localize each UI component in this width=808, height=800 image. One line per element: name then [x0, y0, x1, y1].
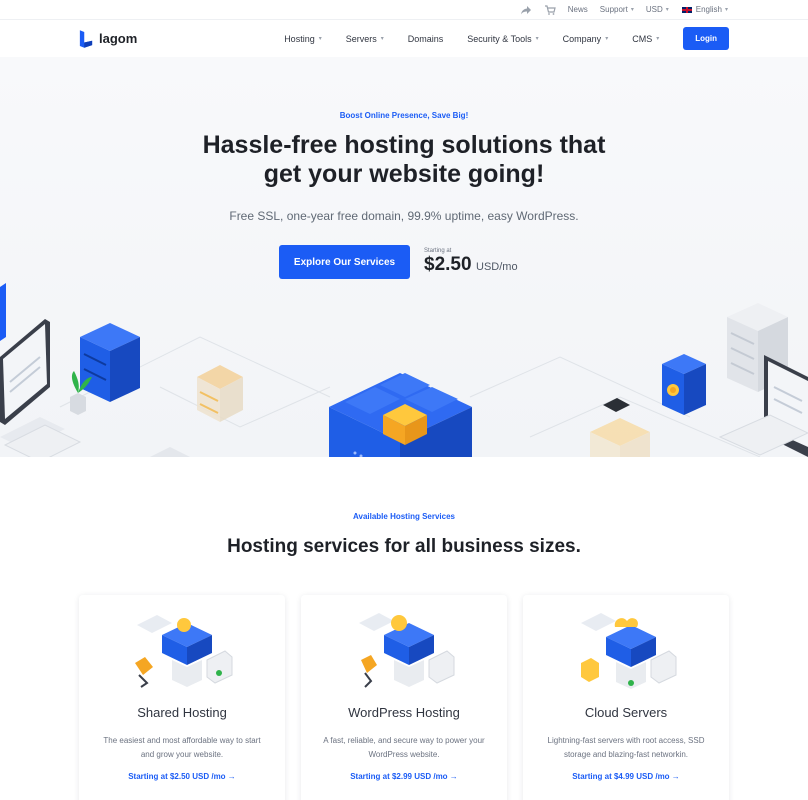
chevron-down-icon: ▾ — [630, 7, 634, 13]
topbar-currency-menu[interactable]: USD ▾ — [646, 5, 669, 14]
lagom-logo-icon — [79, 29, 93, 48]
primary-nav: Hosting ▾ Servers ▾ Domains Security & Too… — [272, 27, 729, 50]
card-description: A fast, reliable, and secure way to powe… — [323, 736, 485, 759]
nav-label: Servers — [345, 33, 377, 44]
card-price-link[interactable]: Starting at $2.99 USD /mo → — [301, 772, 507, 781]
nav-label: CMS — [632, 33, 653, 44]
share-icon[interactable] — [520, 5, 532, 15]
service-card-shared-hosting[interactable]: Shared Hosting The easiest and most affo… — [79, 595, 285, 800]
topbar-news-link[interactable]: News — [568, 5, 588, 14]
uk-flag-icon — [680, 5, 693, 14]
yellow-server-rack — [197, 365, 243, 422]
nav-item-cms[interactable]: CMS ▾ — [620, 34, 671, 44]
shared-hosting-illustration — [135, 615, 233, 688]
nav-item-company[interactable]: Company ▾ — [551, 34, 621, 44]
topbar-support-menu[interactable]: Support ▾ — [600, 5, 634, 14]
nav-item-hosting[interactable]: Hosting ▾ — [272, 34, 334, 44]
cloud-servers-illustration — [581, 613, 677, 689]
service-card-cloud-servers[interactable]: Cloud Servers Lightning-fast servers wit… — [523, 595, 729, 800]
nav-label: Domains — [407, 33, 444, 44]
brand-name: lagom — [99, 31, 138, 46]
hero-title-line2: get your website going! — [263, 160, 545, 188]
card-description: The easiest and most affordable way to s… — [103, 736, 261, 759]
services-eyebrow: Available Hosting Services — [353, 512, 455, 521]
nav-label: Company — [562, 33, 602, 44]
blue-safe-icon — [662, 354, 706, 415]
hero-isometric-illustration — [0, 283, 808, 457]
chevron-down-icon: ▾ — [665, 7, 669, 13]
service-card-wordpress-hosting[interactable]: WordPress Hosting A fast, reliable, and … — [301, 595, 507, 800]
chevron-down-icon: ▾ — [535, 36, 539, 42]
services-title: Hosting services for all business sizes. — [227, 536, 581, 557]
card-title: Cloud Servers — [584, 705, 668, 720]
hero-eyebrow: Boost Online Presence, Save Big! — [339, 111, 469, 120]
blue-server-stack — [80, 323, 140, 402]
card-price-link[interactable]: Starting at $4.99 USD /mo → — [523, 772, 729, 781]
nav-label: Hosting — [284, 33, 315, 44]
hero-title-line1: Hassle-free hosting solutions that — [202, 131, 606, 159]
language-label: English — [695, 5, 722, 14]
support-label: Support — [599, 5, 628, 14]
card-description: Lightning-fast servers with root access,… — [547, 736, 705, 759]
topbar-language-menu[interactable]: English ▾ — [680, 5, 728, 14]
chevron-down-icon: ▾ — [724, 7, 728, 13]
brand-logo[interactable]: lagom — [79, 29, 137, 49]
chevron-down-icon: ▾ — [605, 36, 609, 42]
card-title: WordPress Hosting — [348, 705, 460, 720]
currency-label: USD — [645, 5, 663, 14]
chevron-down-icon: ▾ — [380, 36, 384, 42]
nav-item-servers[interactable]: Servers ▾ — [334, 34, 396, 44]
wordpress-hosting-illustration — [359, 613, 455, 688]
card-title: Shared Hosting — [137, 705, 227, 720]
chevron-down-icon: ▾ — [656, 36, 660, 42]
central-blue-box — [329, 373, 472, 457]
news-label: News — [567, 5, 588, 14]
chevron-down-icon: ▾ — [318, 36, 322, 42]
nav-item-security-tools[interactable]: Security & Tools ▾ — [455, 34, 550, 44]
top-utility-bar: News Support ▾ USD ▾ English ▾ — [0, 0, 808, 19]
hero-section: Boost Online Presence, Save Big! Hassle-… — [0, 57, 808, 457]
cart-icon[interactable] — [544, 4, 556, 15]
services-cards: Shared Hosting The easiest and most affo… — [79, 595, 729, 800]
services-section: Available Hosting Services Hosting servi… — [0, 457, 808, 800]
card-price-link[interactable]: Starting at $2.50 USD /mo → — [79, 772, 285, 781]
yellow-crate-right — [590, 418, 650, 457]
main-navbar: lagom Hosting ▾ Servers ▾ Domains Security… — [0, 19, 808, 57]
nav-item-domains[interactable]: Domains — [396, 34, 456, 44]
login-button[interactable]: Login — [683, 27, 729, 50]
nav-label: Security & Tools — [467, 33, 532, 44]
